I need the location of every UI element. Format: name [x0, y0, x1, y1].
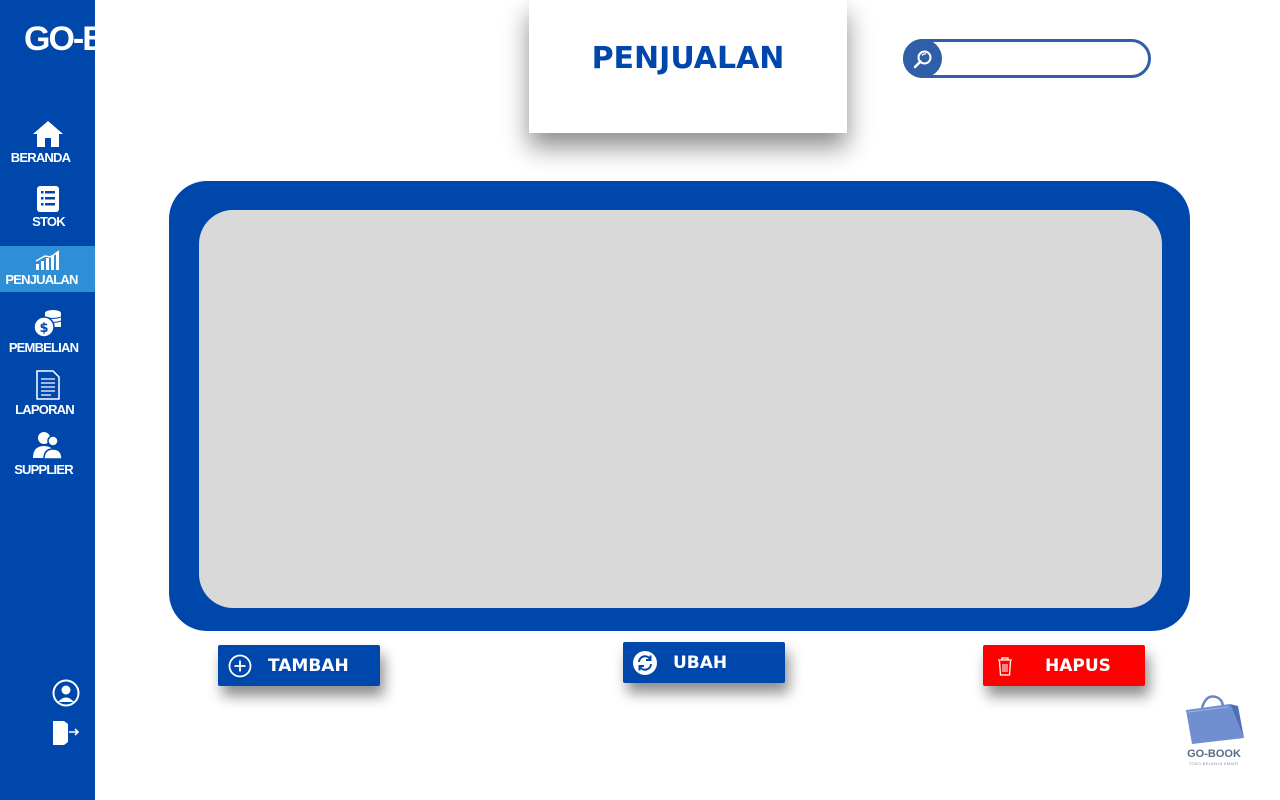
list-icon — [36, 186, 59, 212]
add-button-label: TAMBAH — [268, 655, 349, 676]
logo-name: GO-BOOK — [1187, 748, 1241, 760]
sidebar-item-label: PENJUALAN — [5, 272, 78, 287]
plus-circle-icon — [228, 654, 252, 678]
sidebar: BERANDA STOK PENJUALAN $ PEMBELIAN LAPOR… — [0, 0, 95, 800]
app-logo: GO-BOOK TOKO BELANJA SMART — [1178, 694, 1250, 768]
user-profile-icon[interactable] — [52, 679, 80, 707]
data-table-area — [199, 210, 1162, 608]
refresh-icon — [633, 650, 657, 675]
add-button[interactable]: TAMBAH — [218, 645, 380, 686]
content-panel — [169, 181, 1190, 631]
users-icon — [32, 432, 63, 460]
edit-button-label: UBAH — [673, 652, 728, 673]
sidebar-item-label: STOK — [32, 214, 65, 229]
svg-text:$: $ — [39, 321, 48, 336]
home-icon — [32, 121, 63, 147]
sidebar-item-beranda[interactable]: BERANDA — [0, 120, 95, 165]
shopping-bag-icon — [1186, 695, 1244, 744]
search-bar — [903, 39, 1151, 78]
sidebar-item-laporan[interactable]: LAPORAN — [0, 370, 95, 417]
search-icon — [913, 50, 931, 68]
logo-tagline: TOKO BELANJA SMART — [1188, 761, 1240, 766]
sidebar-item-pembelian[interactable]: $ PEMBELIAN — [0, 308, 95, 355]
coins-icon: $ — [32, 310, 61, 338]
search-button[interactable] — [903, 39, 942, 78]
search-input[interactable] — [946, 46, 1142, 70]
sidebar-item-stok[interactable]: STOK — [0, 186, 95, 229]
sidebar-item-label: PEMBELIAN — [8, 340, 79, 355]
edit-button[interactable]: UBAH — [623, 642, 785, 683]
page-title-card: PENJUALAN — [529, 0, 847, 133]
sidebar-item-label: SUPPLIER — [14, 462, 73, 477]
brand-logo-text: GO-BOOK — [24, 20, 178, 58]
sidebar-item-label: LAPORAN — [15, 402, 74, 417]
trash-icon — [993, 654, 1017, 678]
page-title: PENJUALAN — [591, 41, 785, 76]
logout-icon[interactable] — [52, 718, 80, 746]
delete-button-label: HAPUS — [1045, 655, 1111, 676]
chart-icon — [35, 250, 59, 270]
sidebar-item-label: BERANDA — [10, 150, 71, 165]
document-icon — [35, 370, 60, 400]
delete-button[interactable]: HAPUS — [983, 645, 1145, 686]
sidebar-item-supplier[interactable]: SUPPLIER — [0, 430, 95, 477]
app-root: BERANDA STOK PENJUALAN $ PEMBELIAN LAPOR… — [0, 0, 1280, 800]
sidebar-item-penjualan[interactable]: PENJUALAN — [0, 246, 95, 292]
